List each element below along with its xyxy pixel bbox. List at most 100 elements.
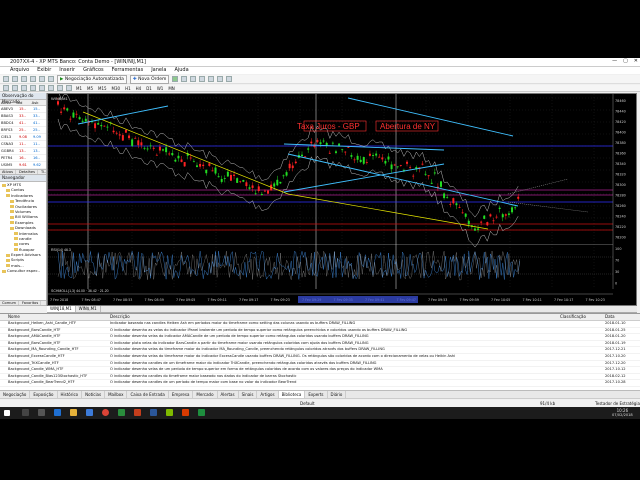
market-watch-row[interactable]: CIEL3 9.08 9.09 <box>0 134 46 141</box>
close-button[interactable]: ✕ <box>634 58 638 64</box>
toolbox-tab[interactable]: Mercado <box>193 391 218 398</box>
menu-view[interactable]: Exibir <box>37 67 51 74</box>
toolbox-row[interactable]: Background_TriXCandle_HTF O indicador des… <box>0 361 640 368</box>
indicators-icon[interactable] <box>217 76 224 82</box>
chart-window[interactable]: 78460 78440 78420 78400 78380 78360 78340 78320… <box>47 93 637 306</box>
menu-file[interactable]: Arquivo <box>10 67 29 74</box>
market-watch-icon[interactable] <box>21 76 27 82</box>
status-tester[interactable]: Testador de Estratégia <box>595 401 640 406</box>
toolbox-tab[interactable]: Sinais <box>239 391 258 398</box>
toolbox-tab[interactable]: Mailbox <box>105 391 128 398</box>
navigator-item[interactable]: Consultor espec.. <box>0 268 46 273</box>
timeframe-w1[interactable]: W1 <box>156 86 165 91</box>
trendline-icon[interactable] <box>39 85 45 91</box>
column-name[interactable]: Nome <box>0 314 110 320</box>
timeframe-h1[interactable]: H1 <box>124 86 132 91</box>
search-icon[interactable] <box>22 409 29 416</box>
toolbox-tab[interactable]: Alertas <box>218 391 239 398</box>
app-icon-1[interactable] <box>166 409 173 416</box>
cursor-icon[interactable] <box>3 85 9 91</box>
store-icon[interactable] <box>86 409 93 416</box>
metatrader-icon[interactable] <box>198 409 205 416</box>
new-order-button[interactable]: ✚ Nova Ordem <box>129 74 170 84</box>
toolbox-tab[interactable]: Biblioteca <box>278 391 306 398</box>
horizontal-line-icon[interactable] <box>30 85 36 91</box>
zoom-in-icon[interactable] <box>181 76 188 82</box>
text-icon[interactable] <box>66 85 72 91</box>
toolbox-tab[interactable]: Experts <box>305 391 328 398</box>
toolbox-tab[interactable]: Notícias <box>82 391 106 398</box>
powerpoint-icon[interactable] <box>134 409 141 416</box>
buy-icon[interactable] <box>172 76 179 82</box>
task-view-icon[interactable] <box>38 409 45 416</box>
column-description[interactable]: Descrição <box>110 314 560 320</box>
market-watch-row[interactable]: BBAS3 33.. 33.. <box>0 113 46 120</box>
minimize-button[interactable]: — <box>612 58 617 64</box>
toolbox-row[interactable]: Background_Candle_Bias123Stochastic_HTF O… <box>0 374 640 381</box>
vertical-line-icon[interactable] <box>21 85 27 91</box>
excel-icon[interactable] <box>118 409 125 416</box>
grid-icon[interactable] <box>199 76 206 82</box>
timeframe-m1[interactable]: M1 <box>75 86 83 91</box>
menu-insert[interactable]: Inserir <box>59 67 75 74</box>
word-icon[interactable] <box>150 409 157 416</box>
toolbox-row[interactable]: Background_Candle_WMA_HTF O indicador des… <box>0 367 640 374</box>
toolbox-row[interactable]: Background_ExcessCandle_HTF O indicador d… <box>0 354 640 361</box>
toolbox-row[interactable]: Background_BarsCandle_HTF O indicador plo… <box>0 341 640 348</box>
crosshair-icon[interactable] <box>12 85 18 91</box>
column-bid[interactable]: Bid <box>15 100 30 105</box>
auto-trading-button[interactable]: ▶ Negociação Automatizada <box>57 74 127 84</box>
market-watch-row[interactable]: PETR4 16.. 16.. <box>0 155 46 162</box>
tab-favorites[interactable]: Favoritos <box>20 301 42 305</box>
price-chart[interactable]: 78460 78440 78420 78400 78380 78360 78340 78320… <box>48 94 636 305</box>
market-watch-row[interactable]: BRFS3 25.. 25.. <box>0 127 46 134</box>
toolbox-tab[interactable]: Caixa de Entrada <box>127 391 169 398</box>
toolbox-tab[interactable]: Histórico <box>58 391 83 398</box>
timeframe-d1[interactable]: D1 <box>145 86 153 91</box>
tab-symbols[interactable]: Ativos <box>0 170 17 174</box>
toolbox-tab[interactable]: Artigos <box>257 391 279 398</box>
tab-details[interactable]: Detalhes <box>17 170 38 174</box>
system-clock[interactable]: 10:26 07/02/2018 <box>612 408 633 418</box>
chart-tab-winj18[interactable]: WINJ18,M1 <box>47 306 76 312</box>
market-watch-row[interactable]: GGBR4 13.. 13.. <box>0 148 46 155</box>
zoom-out-icon[interactable] <box>190 76 197 82</box>
chart-tab-win[interactable]: WIN$,M1 <box>76 306 101 312</box>
templates-icon[interactable] <box>226 76 233 82</box>
annotation-taxa-juros[interactable]: Taxa Juros - GBP <box>297 122 360 131</box>
menu-tools[interactable]: Ferramentas <box>112 67 144 74</box>
toolbox-tab[interactable]: Negociação <box>0 391 31 398</box>
tab-common[interactable]: Comum <box>0 301 19 305</box>
toolbox-tab[interactable]: Diário <box>328 391 347 398</box>
column-rating[interactable]: Classificação <box>560 314 605 320</box>
menu-window[interactable]: Janela <box>151 67 166 74</box>
tester-icon[interactable] <box>48 76 54 82</box>
navigator-icon[interactable] <box>30 76 36 82</box>
toolbox-row[interactable]: Background_AMACandle_HTF O indicador dese… <box>0 334 640 341</box>
start-icon[interactable] <box>4 410 10 416</box>
market-watch-row[interactable]: ABEV3 15.. 15.. <box>0 106 46 113</box>
annotation-abertura-ny[interactable]: Abertura de NY <box>380 122 436 131</box>
toolbox-row[interactable]: Background_Heiken_Ashi_Candle_HTF Indicad… <box>0 321 640 328</box>
new-chart-icon[interactable] <box>3 76 9 82</box>
chrome-icon[interactable] <box>102 409 109 416</box>
column-ask[interactable]: Ask <box>31 100 46 105</box>
timeframe-m30[interactable]: M30 <box>111 86 122 91</box>
fibonacci-icon[interactable] <box>57 85 63 91</box>
explorer-icon[interactable] <box>70 409 77 416</box>
toolbox-tab[interactable]: Empresa <box>169 391 194 398</box>
timeframe-mn[interactable]: MN <box>167 86 175 91</box>
menu-charts[interactable]: Gráficos <box>83 67 104 74</box>
column-date[interactable]: Data <box>605 314 635 320</box>
toolbox-row[interactable]: Background_MA_Rounding_Candle_HTF O indic… <box>0 347 640 354</box>
menu-help[interactable]: Ajuda <box>174 67 188 74</box>
market-watch-row[interactable]: BBDC4 41.. 41.. <box>0 120 46 127</box>
toolbox-row[interactable]: Background_BarsCandle_HTF O indicador des… <box>0 328 640 335</box>
market-watch-row[interactable]: USIM5 9.61 9.62 <box>0 162 46 169</box>
timeframe-m15[interactable]: M15 <box>97 86 108 91</box>
market-watch-row[interactable]: CSNA3 11.. 11.. <box>0 141 46 148</box>
column-symbol[interactable]: Ativo <box>0 100 15 105</box>
timeframe-m5[interactable]: M5 <box>86 86 94 91</box>
autoscroll-icon[interactable] <box>208 76 215 82</box>
toolbox-row[interactable]: Background_Candle_BearTrend2_HTF O indica… <box>0 380 640 387</box>
